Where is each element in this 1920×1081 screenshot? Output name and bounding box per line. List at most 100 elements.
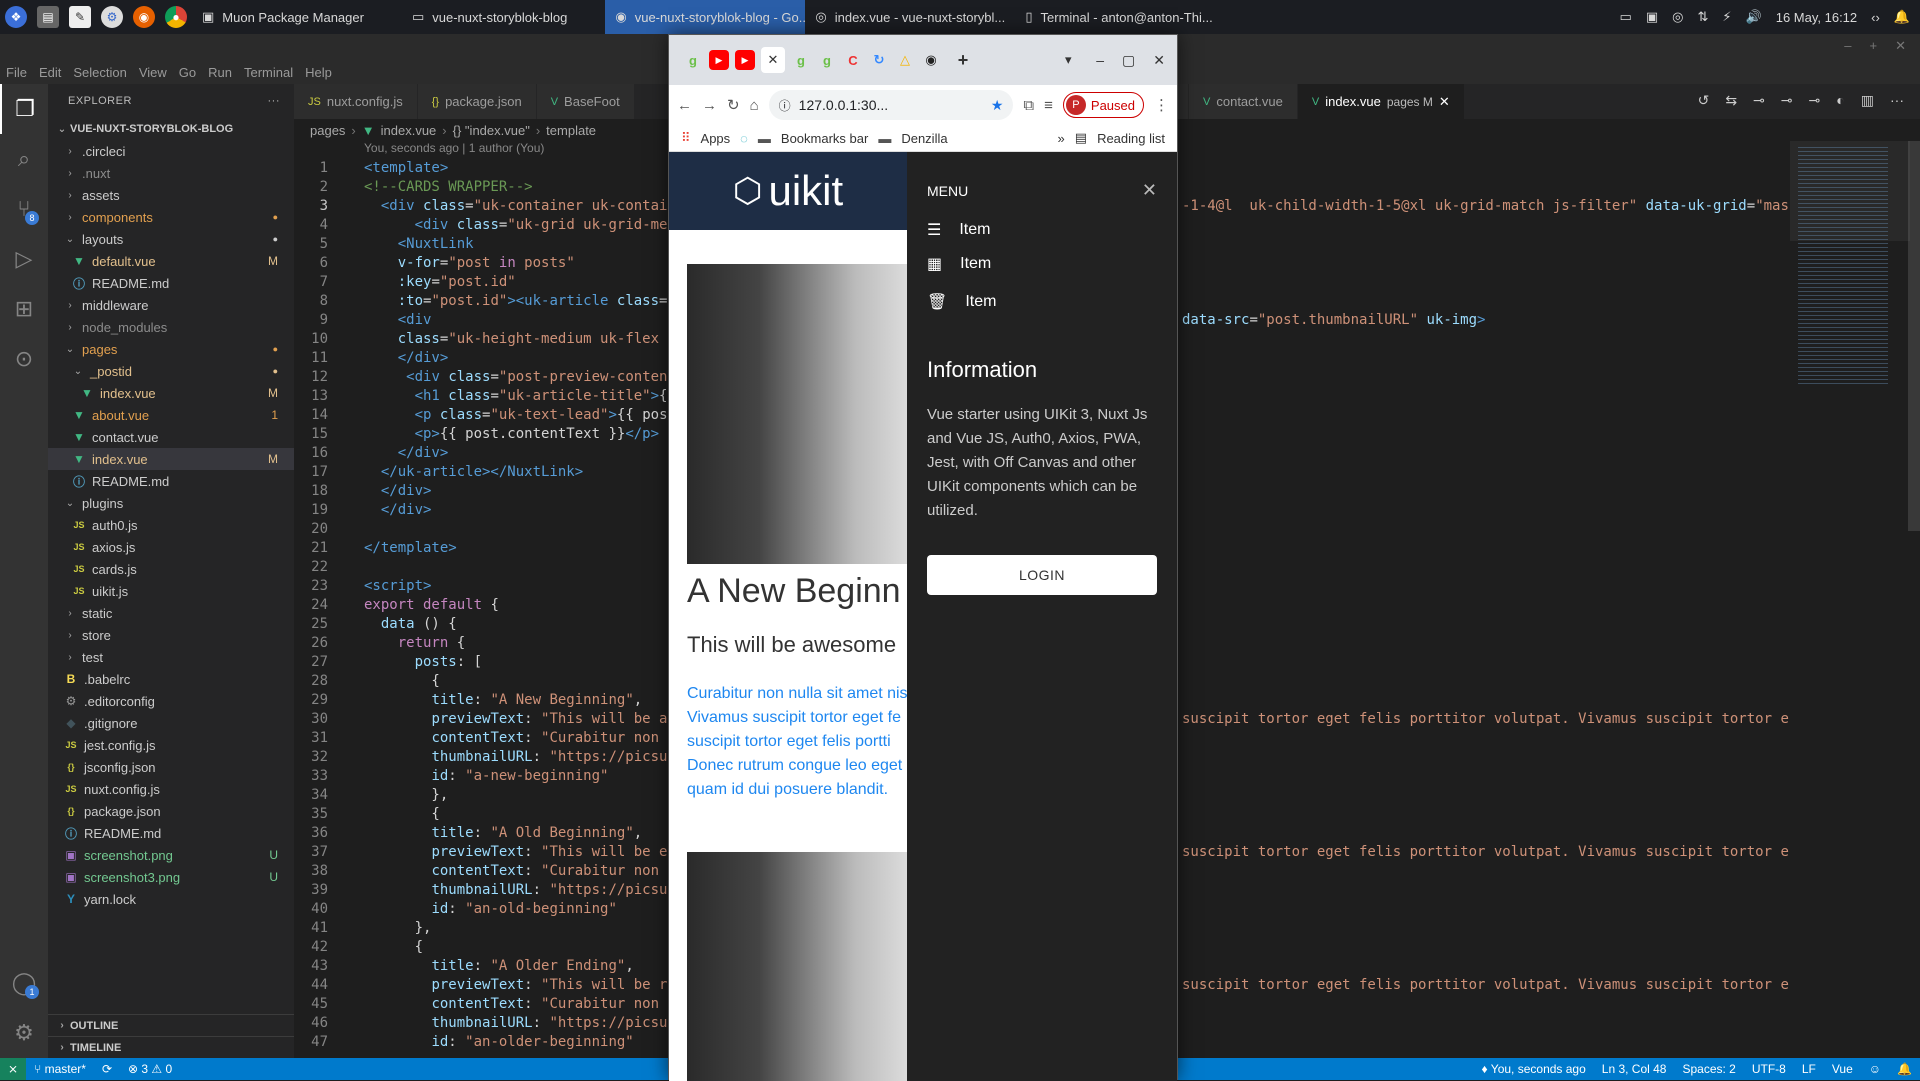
- tree-folder[interactable]: › store: [48, 624, 294, 646]
- menu-selection[interactable]: Selection: [67, 65, 132, 80]
- breadcrumb-template[interactable]: template: [546, 123, 596, 138]
- menu-help[interactable]: Help: [299, 65, 338, 80]
- tree-file[interactable]: ▼ index.vue M: [48, 382, 294, 404]
- outline-section[interactable]: › OUTLINE: [48, 1014, 294, 1036]
- reading-list[interactable]: Reading list: [1097, 131, 1165, 146]
- steam-icon[interactable]: ◎: [1672, 9, 1683, 25]
- new-tab-icon[interactable]: +: [953, 50, 973, 70]
- breadcrumb-file[interactable]: index.vue: [381, 123, 437, 138]
- uikit-logo-text[interactable]: uikit: [768, 167, 843, 215]
- go-back-icon[interactable]: ⊸: [1781, 92, 1793, 109]
- power-icon[interactable]: ⚡: [1722, 9, 1731, 25]
- close-icon[interactable]: ✕: [1142, 180, 1157, 201]
- tree-folder[interactable]: › test: [48, 646, 294, 668]
- tab-favicon-red[interactable]: C: [843, 50, 863, 70]
- toggle-icon[interactable]: ◐: [1836, 92, 1844, 109]
- files-icon[interactable]: ▤: [37, 6, 59, 28]
- compare-icon[interactable]: ⇆: [1725, 92, 1737, 109]
- post-title[interactable]: A New Beginn: [687, 572, 901, 611]
- minimize-icon[interactable]: –: [1096, 52, 1104, 69]
- tree-folder[interactable]: › middleware: [48, 294, 294, 316]
- tree-file[interactable]: B .babelrc: [48, 668, 294, 690]
- tree-file[interactable]: {} jsconfig.json: [48, 756, 294, 778]
- tab-favicon-drive[interactable]: △: [895, 50, 915, 70]
- split-editor-icon[interactable]: ▥: [1861, 92, 1874, 109]
- app-menu-icon[interactable]: ❖: [5, 6, 27, 28]
- timeline-section[interactable]: › TIMELINE: [48, 1036, 294, 1058]
- editor-tab[interactable]: V BaseFoot: [536, 84, 635, 119]
- offcanvas-item-1[interactable]: ☰ Item: [927, 213, 1157, 247]
- cursor-position[interactable]: Ln 3, Col 48: [1594, 1062, 1675, 1076]
- tree-file[interactable]: {} package.json: [48, 800, 294, 822]
- tree-file[interactable]: ⓘ README.md: [48, 272, 294, 294]
- line-ending[interactable]: LF: [1794, 1062, 1824, 1076]
- tree-folder[interactable]: › .circleci: [48, 140, 294, 162]
- search-icon[interactable]: ⌕: [0, 134, 48, 184]
- indentation[interactable]: Spaces: 2: [1674, 1062, 1743, 1076]
- maximize-icon[interactable]: ▢: [1122, 52, 1135, 69]
- apps-grid-icon[interactable]: ⠿: [681, 130, 691, 146]
- tree-file[interactable]: JS nuxt.config.js: [48, 778, 294, 800]
- tree-file[interactable]: ⓘ README.md: [48, 822, 294, 844]
- volume-icon[interactable]: 🔊: [1746, 9, 1762, 25]
- tree-file[interactable]: ⓘ README.md: [48, 470, 294, 492]
- tree-folder[interactable]: ⌄ pages ●: [48, 338, 294, 360]
- project-root[interactable]: ⌄ VUE-NUXT-STORYBLOK-BLOG: [48, 118, 294, 140]
- bookmark-folder[interactable]: Bookmarks bar: [781, 131, 868, 146]
- menu-file[interactable]: File: [0, 65, 33, 80]
- blame-status[interactable]: ♦ You, seconds ago: [1474, 1062, 1594, 1076]
- bookmark-apps[interactable]: Apps: [701, 131, 731, 146]
- code-icon[interactable]: ‹›: [1871, 10, 1880, 25]
- editor-scrollbar[interactable]: [1908, 141, 1920, 531]
- tree-file[interactable]: ◆ .gitignore: [48, 712, 294, 734]
- menu-view[interactable]: View: [133, 65, 173, 80]
- console-icon[interactable]: ▣: [1646, 9, 1658, 25]
- close-icon[interactable]: ✕: [1153, 52, 1165, 69]
- tab-favicon-green[interactable]: g: [791, 50, 811, 70]
- manage-gear-icon[interactable]: ⚙: [0, 1008, 48, 1058]
- tab-favicon-blue[interactable]: ↻: [869, 50, 889, 70]
- timeline-icon[interactable]: ↺: [1698, 92, 1710, 109]
- menu-go[interactable]: Go: [173, 65, 202, 80]
- more-icon[interactable]: ···: [1890, 92, 1904, 109]
- forward-icon[interactable]: →: [702, 97, 717, 114]
- task-vscode[interactable]: ◎ index.vue - vue-nuxt-storybl...: [805, 0, 1015, 34]
- menu-terminal[interactable]: Terminal: [238, 65, 299, 80]
- git-graph-icon[interactable]: ⊙: [0, 334, 48, 384]
- clock[interactable]: 16 May, 16:12: [1776, 10, 1857, 25]
- encoding[interactable]: UTF-8: [1744, 1062, 1794, 1076]
- editor-tab[interactable]: Vcontact.vue: [1189, 84, 1298, 119]
- network-icon[interactable]: ⇅: [1697, 9, 1708, 25]
- tree-file[interactable]: ▣ screenshot3.png U: [48, 866, 294, 888]
- post-thumbnail[interactable]: [687, 264, 927, 564]
- maximize-icon[interactable]: +: [1870, 38, 1878, 54]
- more-bookmarks[interactable]: »: [1058, 131, 1065, 146]
- tab-favicon-green[interactable]: g: [683, 50, 703, 70]
- language-mode[interactable]: Vue: [1824, 1062, 1861, 1076]
- github-icon[interactable]: ◉: [921, 50, 941, 70]
- tree-file[interactable]: JS cards.js: [48, 558, 294, 580]
- tree-file[interactable]: ▼ default.vue M: [48, 250, 294, 272]
- tab-search-icon[interactable]: ▾: [1058, 50, 1078, 70]
- tree-file[interactable]: Yyarn.lock: [48, 888, 294, 910]
- menu-edit[interactable]: Edit: [33, 65, 67, 80]
- explorer-icon[interactable]: ❐: [0, 84, 48, 134]
- more-actions-icon[interactable]: ···: [268, 95, 281, 107]
- youtube-icon[interactable]: ▶: [735, 50, 755, 70]
- tree-file[interactable]: ▼ contact.vue: [48, 426, 294, 448]
- task-terminal[interactable]: ▯ Terminal - anton@anton-Thi...: [1015, 0, 1215, 34]
- uikit-logo-icon[interactable]: ⬡: [733, 171, 763, 211]
- tree-folder[interactable]: › node_modules: [48, 316, 294, 338]
- editor-tab[interactable]: JS nuxt.config.js: [294, 84, 418, 119]
- tree-file[interactable]: ▼ about.vue 1: [48, 404, 294, 426]
- tree-file[interactable]: JS uikit.js: [48, 580, 294, 602]
- run-debug-icon[interactable]: ▷: [0, 234, 48, 284]
- editor-tab[interactable]: Vindex.vue pages M ✕: [1297, 84, 1465, 119]
- go-forward-icon[interactable]: ⊸: [1809, 92, 1821, 109]
- chrome-icon[interactable]: ●: [165, 6, 187, 28]
- kebab-menu-icon[interactable]: ⋮: [1154, 96, 1169, 114]
- minimap[interactable]: [1790, 141, 1910, 1058]
- tree-folder[interactable]: ⌄ layouts ●: [48, 228, 294, 250]
- settings-app-icon[interactable]: ⚙: [101, 6, 123, 28]
- login-button[interactable]: LOGIN: [927, 555, 1157, 595]
